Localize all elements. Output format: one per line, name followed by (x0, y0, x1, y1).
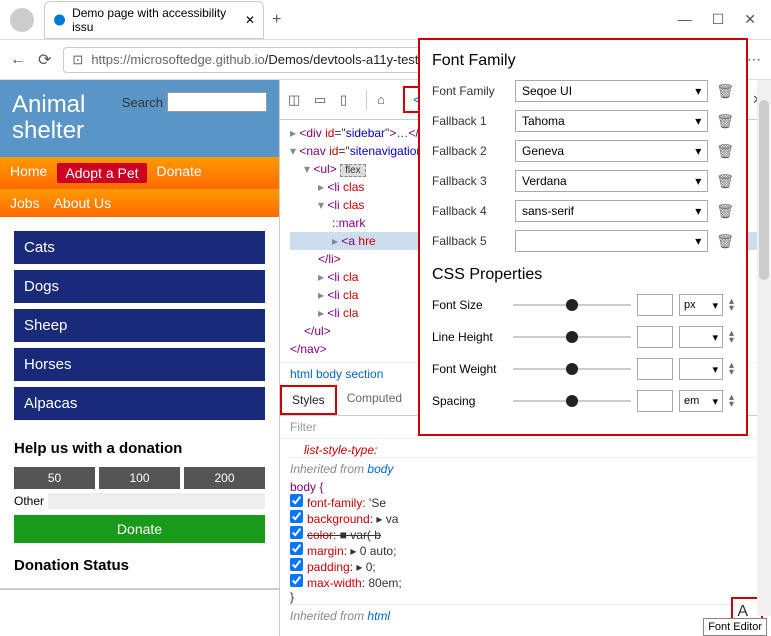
fe-select-5[interactable]: ▾ (515, 230, 708, 252)
fe-select-2[interactable]: Geneva▾ (515, 140, 708, 162)
browser-tab[interactable]: Demo page with accessibility issu ✕ (44, 1, 264, 39)
delete-icon[interactable]: 🗑 (716, 203, 734, 220)
fe-label: Font Family (432, 84, 507, 98)
amount-100[interactable]: 100 (99, 467, 180, 489)
fe-slider-1[interactable] (513, 336, 631, 338)
url-path: /Demos/devtools-a11y-testing/ (265, 52, 440, 67)
fe-unit-1[interactable]: ▾ (679, 326, 723, 348)
tab-styles[interactable]: Styles (280, 385, 337, 415)
css-toggle[interactable] (290, 574, 303, 587)
fe-select-4[interactable]: sans-serif▾ (515, 200, 708, 222)
fe-slider-2[interactable] (513, 368, 631, 370)
fe-unit-2[interactable]: ▾ (679, 358, 723, 380)
edge-icon (53, 13, 66, 27)
other-amount-input[interactable] (48, 493, 265, 509)
scrollbar[interactable] (757, 80, 771, 616)
fe-label: Fallback 5 (432, 234, 507, 248)
new-tab-button[interactable]: + (272, 11, 281, 29)
fe-value-0[interactable] (637, 294, 673, 316)
delete-icon[interactable]: 🗑 (716, 143, 734, 160)
delete-icon[interactable]: 🗑 (716, 113, 734, 130)
window-titlebar: Demo page with accessibility issu ✕ + — … (0, 0, 771, 40)
fe-slider-0[interactable] (513, 304, 631, 306)
amount-50[interactable]: 50 (14, 467, 95, 489)
css-toggle[interactable] (290, 526, 303, 539)
fe-value-1[interactable] (637, 326, 673, 348)
delete-icon[interactable]: 🗑 (716, 83, 734, 100)
fe-prop-label: Font Weight (432, 362, 507, 376)
css-rules: list-style-type: Inherited from body bod… (280, 439, 771, 631)
fe-spinner[interactable]: ▴▾ (729, 394, 734, 408)
css-toggle[interactable] (290, 510, 303, 523)
fe-spinner[interactable]: ▴▾ (729, 330, 734, 344)
device-icon[interactable]: ▭ (314, 92, 330, 108)
fe-select-0[interactable]: Seqoe UI▾ (515, 80, 708, 102)
tab-computed[interactable]: Computed (337, 385, 412, 415)
fe-select-1[interactable]: Tahoma▾ (515, 110, 708, 132)
delete-icon[interactable]: 🗑 (716, 173, 734, 190)
css-toggle[interactable] (290, 558, 303, 571)
font-editor-popup: Font Family Font Family Seqoe UI▾ 🗑 Fallb… (418, 38, 748, 436)
rendered-page: Animal shelter Search Home Adopt a Pet D… (0, 80, 280, 636)
nav-donate[interactable]: Donate (157, 163, 202, 183)
cat-sheep[interactable]: Sheep (14, 309, 265, 342)
fe-prop-label: Font Size (432, 298, 507, 312)
tab-close-icon[interactable]: ✕ (245, 13, 255, 27)
cat-dogs[interactable]: Dogs (14, 270, 265, 303)
fe-select-3[interactable]: Verdana▾ (515, 170, 708, 192)
more-menu[interactable]: ⋯ (747, 51, 761, 68)
welcome-icon[interactable]: ⌂ (377, 92, 393, 108)
cat-horses[interactable]: Horses (14, 348, 265, 381)
fe-spinner[interactable]: ▴▾ (729, 298, 734, 312)
delete-icon[interactable]: 🗑 (716, 233, 734, 250)
fe-value-3[interactable] (637, 390, 673, 412)
fe-value-2[interactable] (637, 358, 673, 380)
tab-title: Demo page with accessibility issu (72, 6, 239, 34)
amount-200[interactable]: 200 (184, 467, 265, 489)
cat-cats[interactable]: Cats (14, 231, 265, 264)
refresh-button[interactable]: ⟳ (38, 50, 51, 70)
css-props-heading: CSS Properties (432, 266, 734, 284)
fe-label: Fallback 2 (432, 144, 507, 158)
nav-adopt[interactable]: Adopt a Pet (57, 163, 146, 183)
search-label: Search (122, 95, 163, 110)
css-toggle[interactable] (290, 542, 303, 555)
profile-avatar[interactable] (10, 8, 34, 32)
other-label: Other (14, 494, 44, 508)
back-button[interactable]: ← (10, 51, 26, 69)
main-nav: Home Adopt a Pet Donate (0, 157, 279, 189)
fe-label: Fallback 4 (432, 204, 507, 218)
font-family-heading: Font Family (432, 52, 734, 70)
font-editor-tooltip: Font Editor (703, 618, 767, 636)
nav-home[interactable]: Home (10, 163, 47, 183)
minimize-button[interactable]: — (678, 11, 692, 28)
nav-about[interactable]: About Us (54, 195, 112, 211)
fe-unit-3[interactable]: em▾ (679, 390, 723, 412)
lock-icon: ⊡ (72, 52, 83, 68)
dock-icon[interactable]: ▯ (340, 92, 356, 108)
page-title: Animal shelter (12, 92, 122, 145)
fe-spinner[interactable]: ▴▾ (729, 362, 734, 376)
nav-jobs[interactable]: Jobs (10, 195, 40, 211)
inspect-icon[interactable]: ◫ (288, 92, 304, 108)
donate-button[interactable]: Donate (14, 515, 265, 543)
css-toggle[interactable] (290, 494, 303, 507)
fe-prop-label: Spacing (432, 394, 507, 408)
fe-prop-label: Line Height (432, 330, 507, 344)
close-window-button[interactable]: ✕ (744, 11, 756, 28)
cat-alpacas[interactable]: Alpacas (14, 387, 265, 420)
donation-status-heading: Donation Status (0, 543, 279, 590)
fe-slider-3[interactable] (513, 400, 631, 402)
help-heading: Help us with a donation (14, 440, 265, 457)
fe-label: Fallback 3 (432, 174, 507, 188)
search-input[interactable] (167, 92, 267, 112)
maximize-button[interactable]: ☐ (712, 11, 725, 28)
fe-unit-0[interactable]: px▾ (679, 294, 723, 316)
url-host: https://microsoftedge.github.io (91, 52, 264, 67)
fe-label: Fallback 1 (432, 114, 507, 128)
